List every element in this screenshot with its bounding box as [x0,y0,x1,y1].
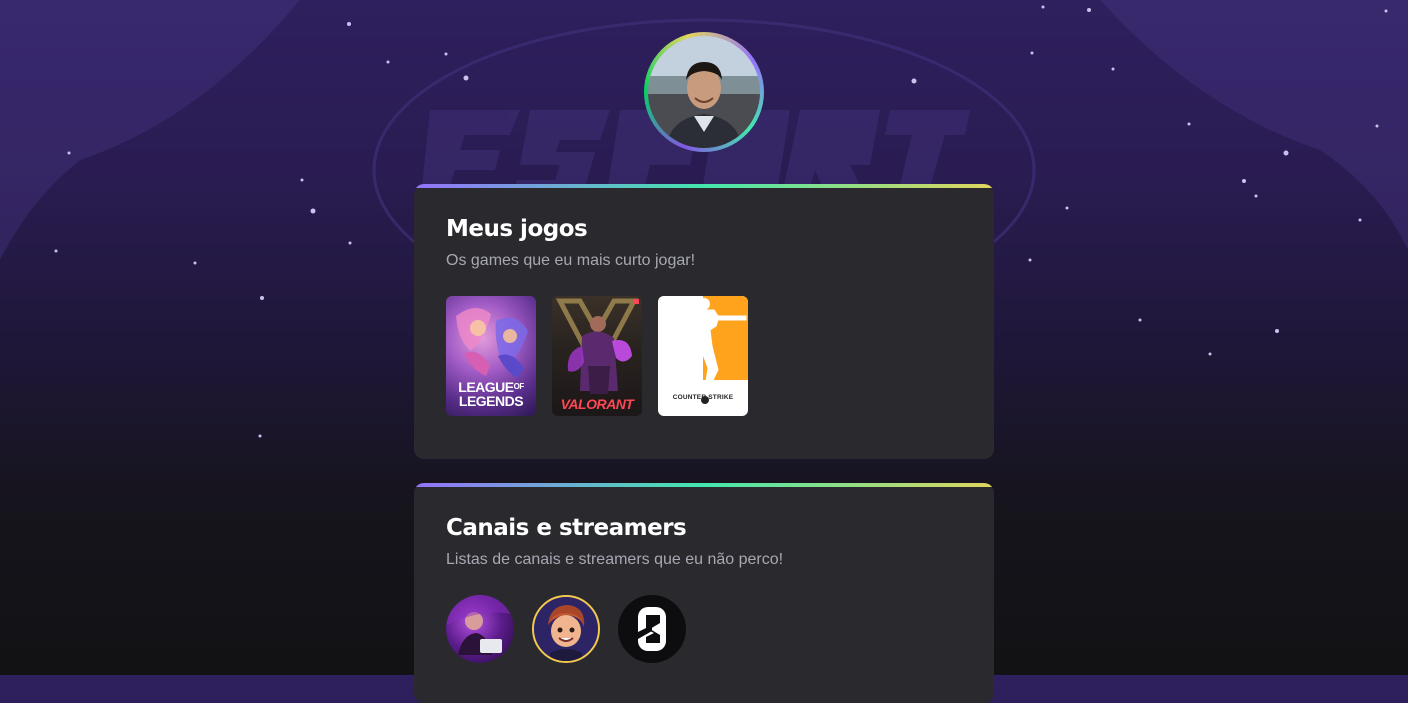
streamers-title: Canais e streamers [446,515,687,541]
games-subtitle: Os games que eu mais curto jogar! [446,252,696,269]
lol-line2: LEGENDS [458,393,524,409]
games-card: Meus jogos Os games que eu mais curto jo… [414,184,994,459]
streamer-2-avatar[interactable] [532,595,600,663]
streamer-1-photo-icon [446,595,514,655]
game-league-of-legends[interactable]: LEAGUEOF LEGENDS [446,296,536,416]
games-list: LEAGUEOF LEGENDS VALORANT COUNTER STRIKE [446,296,962,416]
profile-avatar [644,32,764,152]
game-counter-strike[interactable]: COUNTER STRIKE [658,296,748,416]
streamers-card: Canais e streamers Listas de canais e st… [414,483,994,703]
person-photo-icon [648,36,760,148]
streamer-2-cartoon-icon [534,597,598,661]
game-valorant[interactable]: VALORANT [552,296,642,416]
profile-photo [648,36,760,148]
streamers-list [446,595,962,663]
streamer-3-avatar[interactable] [618,595,686,663]
games-title: Meus jogos [446,216,588,242]
streamer-1-avatar[interactable] [446,595,514,663]
league-of-legends-logo: LEAGUEOF LEGENDS [446,380,536,408]
streamer-3-logo-icon [632,607,666,651]
lol-of: OF [513,382,525,391]
valorant-logo: VALORANT [560,396,634,412]
counter-strike-logo: COUNTER STRIKE [672,394,734,401]
streamers-subtitle: Listas de canais e streamers que eu não … [446,551,784,568]
